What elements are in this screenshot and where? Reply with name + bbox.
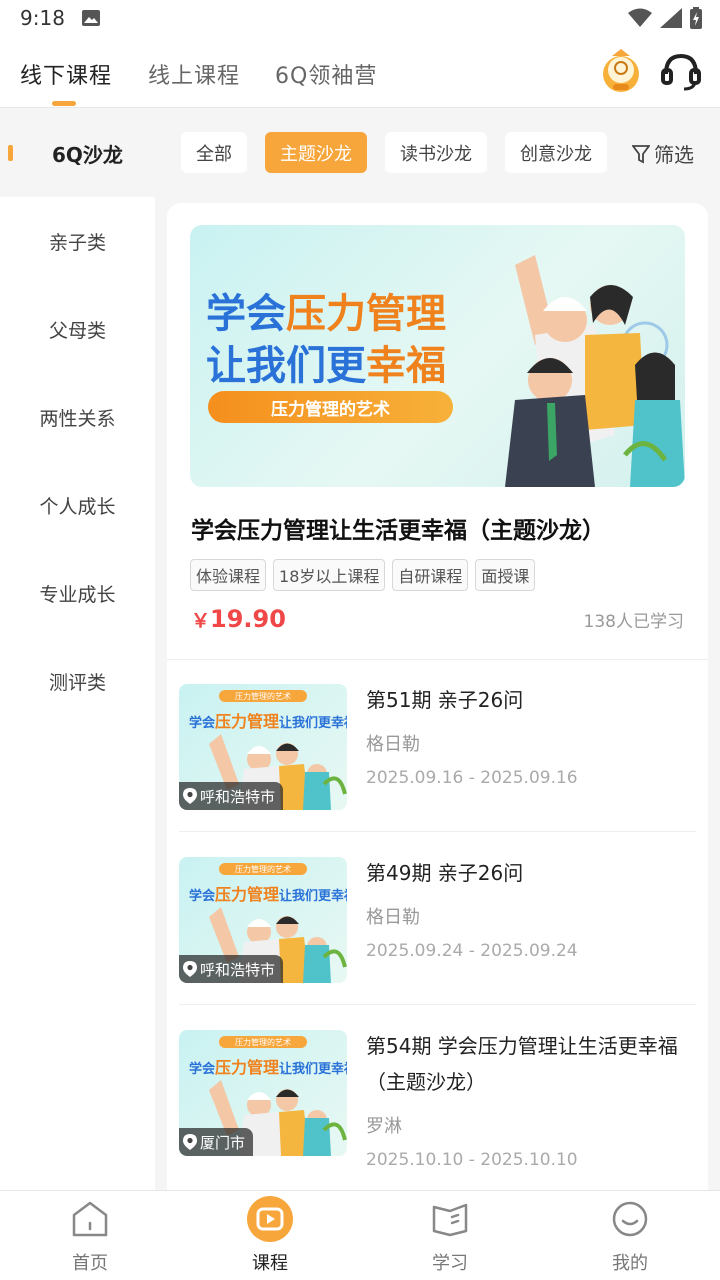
session-teacher: 格日勒 (366, 734, 420, 755)
side-item-relationships[interactable]: 两性关系 (0, 404, 155, 431)
chip-reading-salon[interactable]: 读书沙龙 (385, 132, 487, 173)
course-tag: 面授课 (475, 559, 536, 591)
course-tag: 自研课程 (392, 559, 469, 591)
nav-courses[interactable]: 课程 (180, 1191, 360, 1280)
course-play-icon (247, 1196, 293, 1242)
divider (179, 1004, 696, 1005)
session-item[interactable]: 压力管理的艺术 学会压力管理让我们更幸福 厦门市 第54期 学会压力管理让生活更… (179, 1006, 696, 1178)
location-badge: 厦门市 (179, 1128, 254, 1156)
filter-button[interactable]: 筛选 (632, 139, 694, 168)
session-teacher: 罗淋 (366, 1116, 402, 1137)
session-title: 第54期 学会压力管理让生活更幸福（主题沙龙） (366, 1034, 678, 1094)
nav-home[interactable]: 首页 (0, 1191, 180, 1280)
banner-pill: 压力管理的艺术 (208, 391, 453, 423)
battery-icon (690, 7, 702, 29)
side-item-parent-child[interactable]: 亲子类 (0, 228, 155, 255)
session-date: 2025.10.10 - 2025.10.10 (366, 1150, 578, 1170)
signal-icon (660, 8, 682, 28)
image-notification-icon (82, 10, 100, 26)
banner-line-2: 让我们更幸福 (206, 342, 446, 389)
thumb-pill: 压力管理的艺术 (219, 863, 307, 875)
top-tab-bar: 线下课程 线上课程 6Q领袖营 (0, 38, 720, 108)
course-tag: 18岁以上课程 (273, 559, 386, 591)
category-marker (8, 145, 13, 161)
mascot-avatar-icon[interactable] (598, 46, 644, 94)
course-tags: 体验课程 18岁以上课程 自研课程 面授课 (190, 559, 536, 591)
session-date: 2025.09.24 - 2025.09.24 (366, 941, 578, 961)
location-badge: 呼和浩特市 (179, 782, 284, 810)
wifi-icon (628, 8, 652, 27)
session-teacher: 格日勒 (366, 907, 420, 928)
status-time: 9:18 (20, 6, 65, 30)
nav-label: 课程 (252, 1253, 288, 1274)
session-item[interactable]: 压力管理的艺术 学会压力管理让我们更幸福 呼和浩特市 第51期 亲子26问 格日… (179, 660, 696, 832)
book-icon (432, 1203, 468, 1237)
thumb-pill: 压力管理的艺术 (219, 690, 307, 702)
thumb-pill: 压力管理的艺术 (219, 1036, 307, 1048)
location-pin-icon (183, 788, 197, 804)
course-price: ￥19.90 (191, 605, 286, 633)
bottom-navigation: 首页 课程 学习 我的 (0, 1190, 720, 1280)
featured-course-title[interactable]: 学会压力管理让生活更幸福（主题沙龙） (191, 511, 605, 545)
divider (179, 831, 696, 832)
session-thumbnail: 压力管理的艺术 学会压力管理让我们更幸福 呼和浩特市 (179, 857, 347, 983)
side-item-personal-growth[interactable]: 个人成长 (0, 492, 155, 519)
funnel-icon (632, 144, 650, 163)
location-badge: 呼和浩特市 (179, 955, 284, 983)
filter-row: 6Q沙龙 全部 主题沙龙 读书沙龙 创意沙龙 筛选 (0, 109, 720, 197)
category-title: 6Q沙龙 (52, 143, 123, 167)
status-bar: 9:18 (0, 0, 720, 38)
session-thumbnail: 压力管理的艺术 学会压力管理让我们更幸福 呼和浩特市 (179, 684, 347, 810)
tab-offline-courses[interactable]: 线下课程 (20, 58, 112, 90)
learner-count: 138人已学习 (583, 612, 684, 632)
chip-theme-salon[interactable]: 主题沙龙 (265, 132, 367, 173)
active-tab-indicator (52, 101, 76, 106)
nav-study[interactable]: 学习 (360, 1191, 540, 1280)
home-icon (72, 1201, 108, 1237)
course-content: 学会压力管理 让我们更幸福 压力管理的艺术 学会压力管理让生活更幸福（主题沙龙）… (167, 203, 708, 1193)
nav-label: 我的 (612, 1253, 648, 1274)
session-thumbnail: 压力管理的艺术 学会压力管理让我们更幸福 厦门市 (179, 1030, 347, 1156)
session-title: 第49期 亲子26问 (366, 861, 524, 885)
tab-online-courses[interactable]: 线上课程 (148, 58, 240, 90)
featured-banner[interactable]: 学会压力管理 让我们更幸福 压力管理的艺术 (190, 225, 685, 487)
filter-label: 筛选 (654, 143, 694, 167)
tab-6q-leader-camp[interactable]: 6Q领袖营 (275, 58, 377, 90)
side-item-parents[interactable]: 父母类 (0, 316, 155, 343)
chip-all[interactable]: 全部 (181, 132, 247, 173)
nav-label: 首页 (72, 1253, 108, 1274)
side-item-assessment[interactable]: 测评类 (0, 668, 155, 695)
nav-profile[interactable]: 我的 (540, 1191, 720, 1280)
location-pin-icon (183, 1134, 197, 1150)
session-date: 2025.09.16 - 2025.09.16 (366, 768, 578, 788)
customer-service-icon[interactable] (660, 50, 702, 92)
profile-icon (612, 1201, 648, 1237)
session-title: 第51期 亲子26问 (366, 688, 524, 712)
side-item-professional-growth[interactable]: 专业成长 (0, 580, 155, 607)
banner-illustration (505, 255, 685, 487)
chip-creative-salon[interactable]: 创意沙龙 (505, 132, 607, 173)
session-item[interactable]: 压力管理的艺术 学会压力管理让我们更幸福 呼和浩特市 第49期 亲子26问 格日… (179, 833, 696, 1005)
location-pin-icon (183, 961, 197, 977)
nav-label: 学习 (432, 1253, 468, 1274)
side-category-list: 亲子类 父母类 两性关系 个人成长 专业成长 测评类 (0, 197, 155, 1190)
banner-line-1: 学会压力管理 (206, 290, 446, 337)
course-tag: 体验课程 (190, 559, 267, 591)
